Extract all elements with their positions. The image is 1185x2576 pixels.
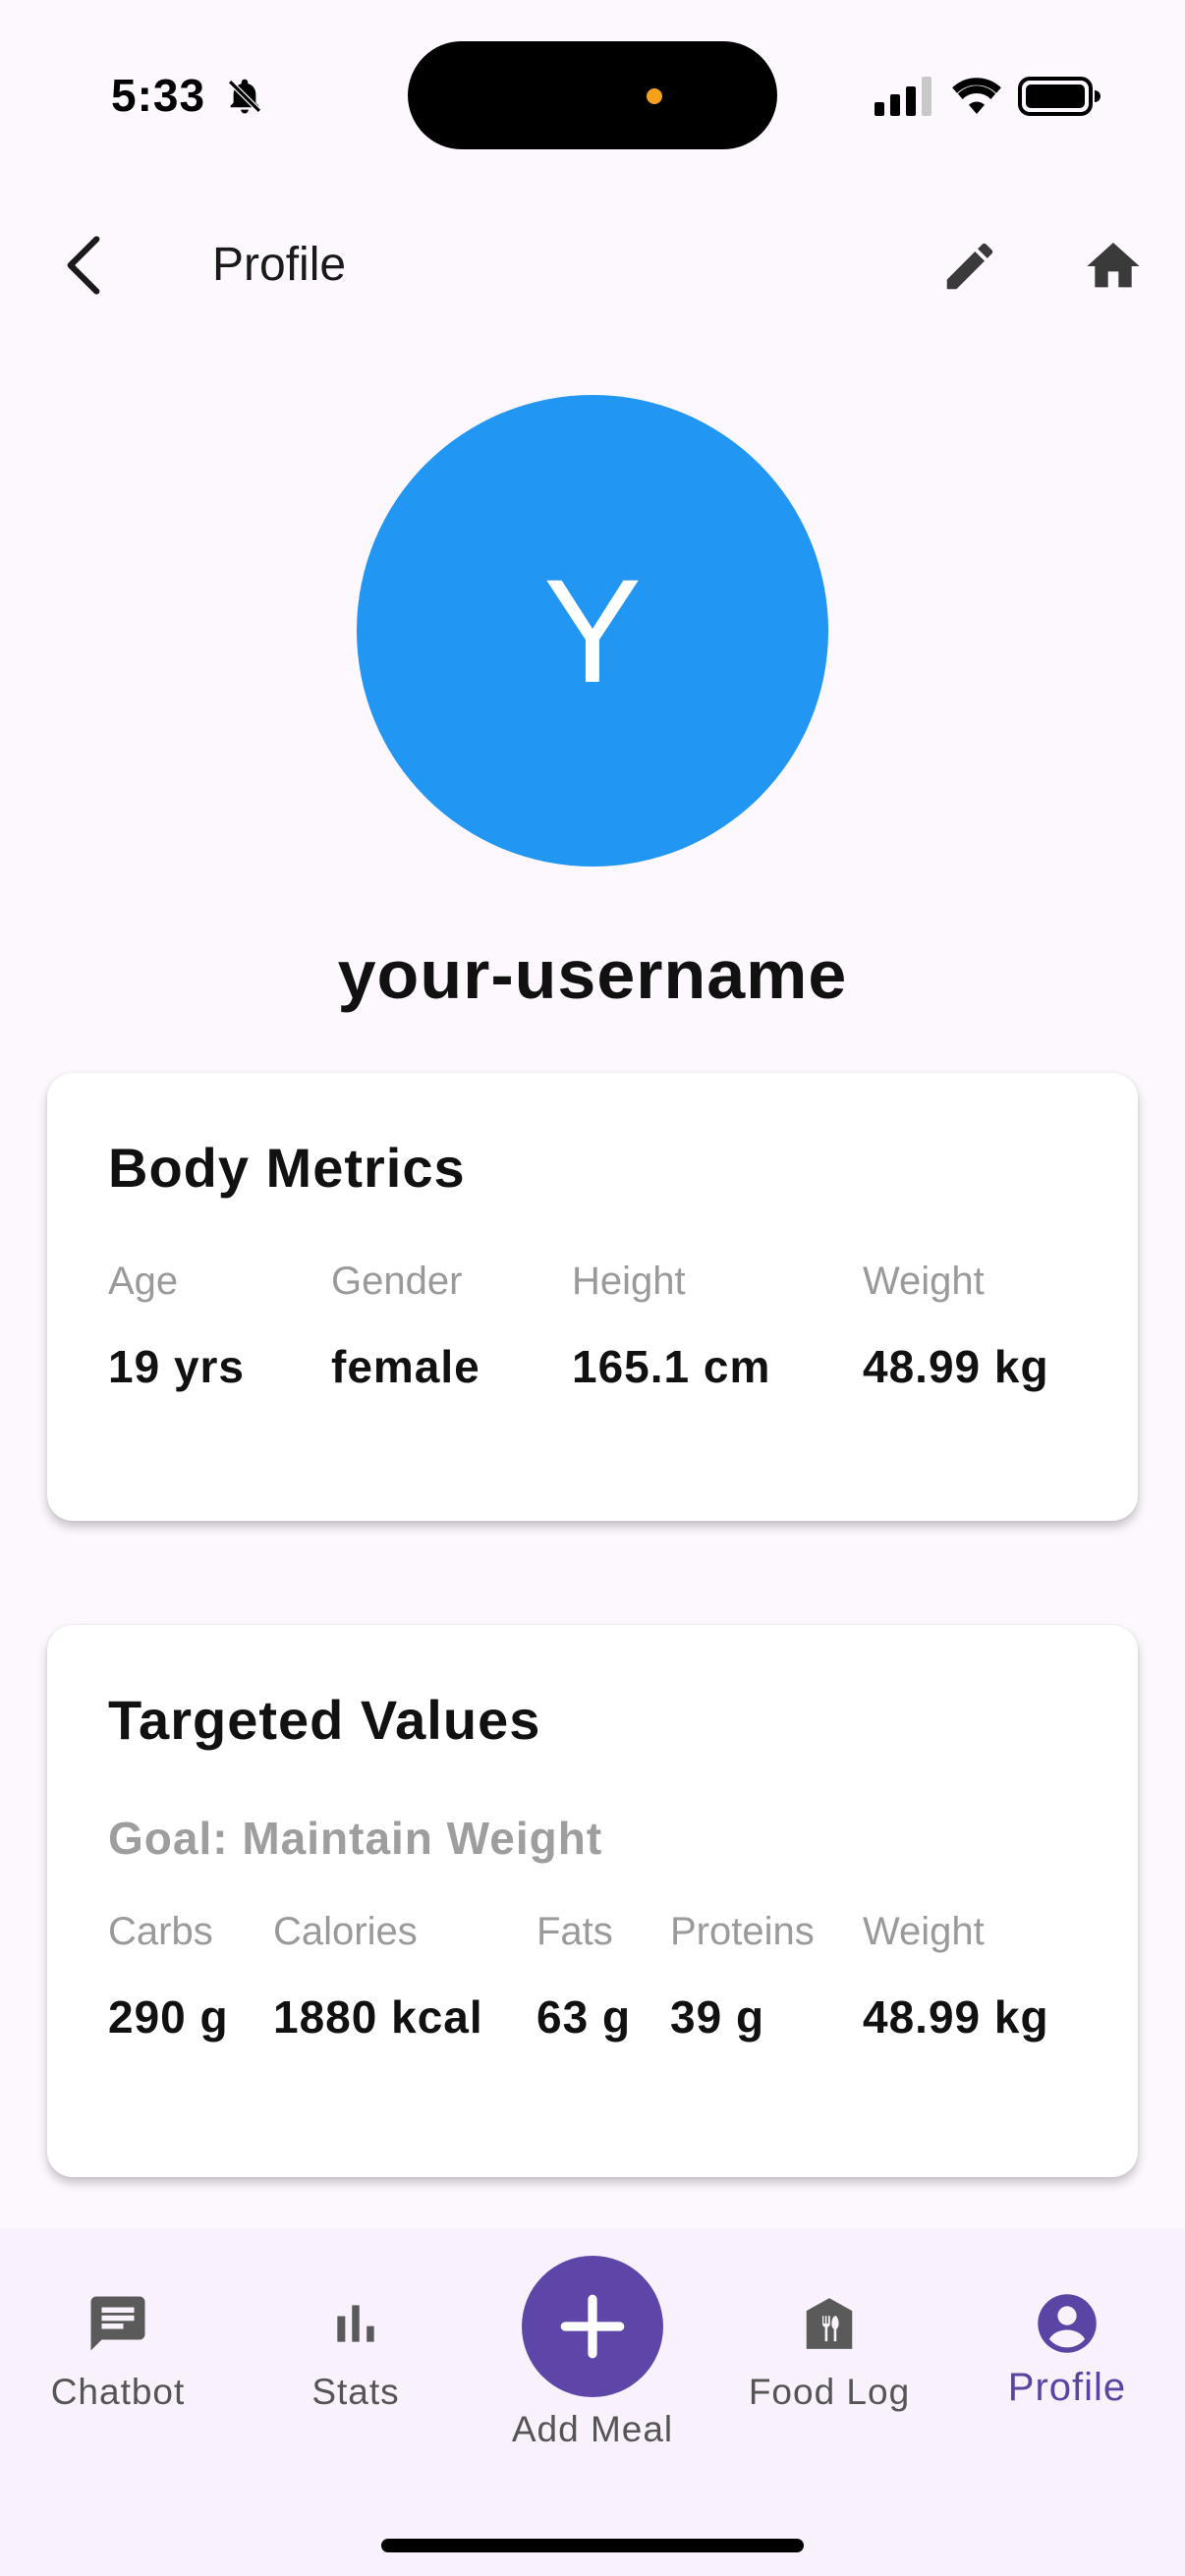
goal-text: Goal: Maintain Weight <box>108 1813 603 1864</box>
app-bar: Profile <box>0 196 1185 334</box>
avatar: Y <box>357 395 828 867</box>
nav-item-food-log[interactable]: Food Log <box>709 2228 949 2474</box>
targeted-values-title: Targeted Values <box>108 1689 541 1751</box>
target-label-fats: Fats <box>536 1910 613 1953</box>
home-icon <box>1087 243 1140 288</box>
add-meal-button[interactable] <box>522 2256 663 2397</box>
cellular-signal-icon <box>875 77 931 116</box>
account-circle-icon <box>1033 2289 1101 2358</box>
metric-value-weight: 48.99 kg <box>863 1341 1049 1392</box>
metric-value-age: 19 yrs <box>108 1341 246 1392</box>
chevron-left-icon <box>67 236 100 295</box>
target-value-proteins: 39 g <box>670 1991 765 2043</box>
plus-icon <box>560 2294 625 2359</box>
nav-item-chatbot[interactable]: Chatbot <box>0 2228 236 2474</box>
nav-label-add-meal: Add Meal <box>511 2409 674 2449</box>
page-title: Profile <box>212 239 347 291</box>
status-time: 5:33 <box>111 70 206 121</box>
home-button[interactable] <box>1079 232 1148 301</box>
targeted-values-card: Targeted Values Goal: Maintain Weight Ca… <box>47 1625 1138 2177</box>
nav-label-food-log: Food Log <box>748 2372 911 2412</box>
username: your-username <box>337 936 848 1013</box>
wifi-icon <box>952 78 1001 114</box>
edit-profile-button[interactable] <box>935 232 1004 301</box>
target-label-calories: Calories <box>273 1910 418 1953</box>
dynamic-island <box>408 41 777 149</box>
target-label-weight: Weight <box>863 1910 985 1953</box>
body-metrics-title: Body Metrics <box>108 1137 466 1199</box>
target-label-proteins: Proteins <box>670 1910 815 1953</box>
bar-chart-icon <box>321 2289 390 2358</box>
pencil-icon <box>946 243 993 290</box>
privacy-indicator <box>647 88 662 104</box>
target-label-carbs: Carbs <box>108 1910 213 1953</box>
chat-icon <box>84 2289 152 2358</box>
bell-slash-icon <box>227 79 262 114</box>
target-value-weight: 48.99 kg <box>863 1991 1049 2043</box>
nav-label-profile: Profile <box>1007 2366 1127 2409</box>
target-value-calories: 1880 kcal <box>273 1991 483 2043</box>
target-value-fats: 63 g <box>536 1991 632 2043</box>
nav-item-profile[interactable]: Profile <box>949 2228 1185 2474</box>
metric-label-height: Height <box>572 1260 686 1303</box>
body-metrics-card: Body Metrics Age 19 yrs Gender female He… <box>47 1073 1138 1521</box>
metric-label-gender: Gender <box>331 1260 463 1303</box>
nav-label-chatbot: Chatbot <box>50 2372 186 2412</box>
metric-label-age: Age <box>108 1260 179 1303</box>
metric-value-gender: female <box>331 1341 480 1392</box>
avatar-initial: Y <box>542 547 643 713</box>
target-value-carbs: 290 g <box>108 1991 229 2043</box>
status-bar: 5:33 <box>0 0 1185 187</box>
battery-icon <box>1018 77 1100 116</box>
nav-label-stats: Stats <box>311 2372 400 2412</box>
home-indicator <box>381 2539 804 2552</box>
back-button[interactable] <box>49 226 118 305</box>
food-log-icon <box>795 2289 864 2358</box>
metric-label-weight: Weight <box>863 1260 985 1303</box>
nav-item-stats[interactable]: Stats <box>236 2228 476 2474</box>
metric-value-height: 165.1 cm <box>572 1341 771 1392</box>
